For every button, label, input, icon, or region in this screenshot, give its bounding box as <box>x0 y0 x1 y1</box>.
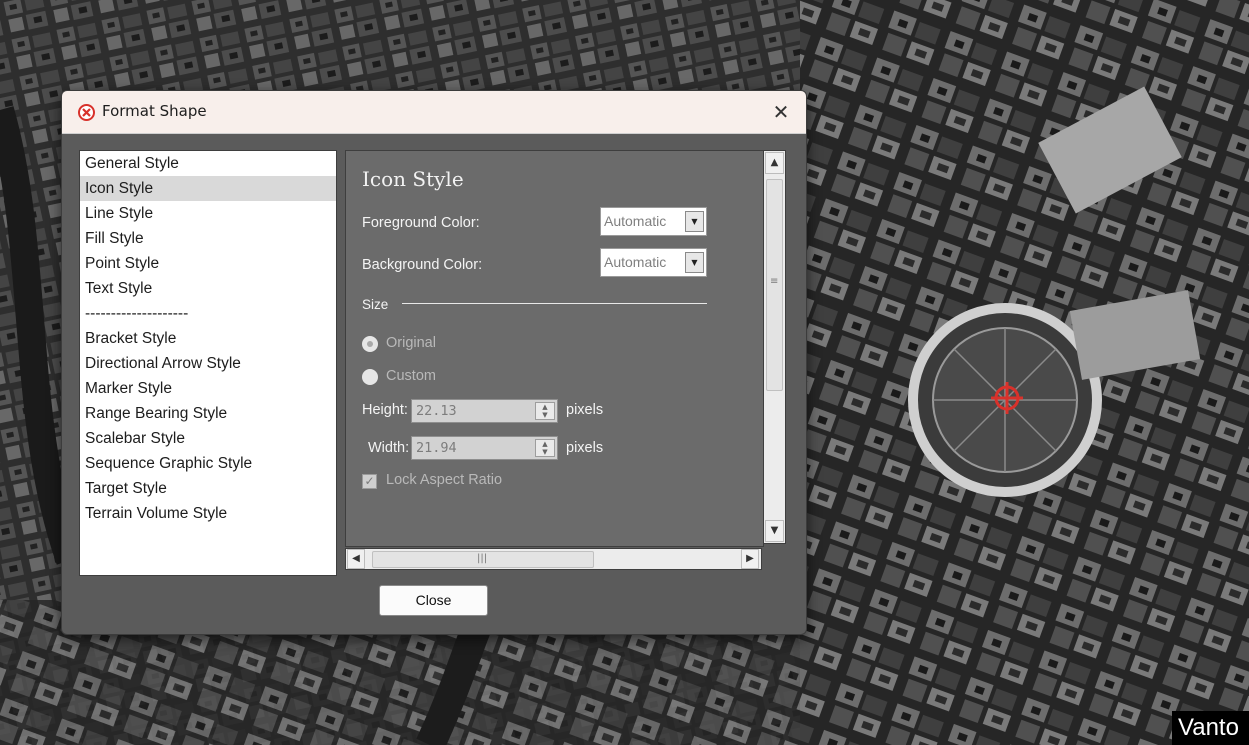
background-color-label: Background Color: <box>362 257 483 273</box>
foreground-color-value: Automatic <box>604 213 667 229</box>
category-point-style[interactable]: Point Style <box>80 251 336 276</box>
width-value: 21.94 <box>416 440 457 456</box>
lock-aspect-label: Lock Aspect Ratio <box>386 472 503 488</box>
category-text-style[interactable]: Text Style <box>80 276 336 301</box>
app-logo-icon <box>78 104 95 121</box>
category-general-style[interactable]: General Style <box>80 151 336 176</box>
chevron-down-icon[interactable]: ▼ <box>685 252 704 273</box>
size-section-label: Size <box>362 297 389 312</box>
scroll-right-icon[interactable]: ▶ <box>741 549 759 569</box>
horizontal-scrollbar[interactable]: ◀ ||| ▶ <box>345 548 762 570</box>
vertical-scroll-thumb[interactable]: ≡ <box>766 179 783 391</box>
height-label: Height: <box>362 402 408 418</box>
grip-icon: ≡ <box>770 276 779 287</box>
spinner-arrows-icon[interactable]: ▲ ▼ <box>535 439 555 457</box>
height-spinner[interactable]: 22.13 ▲ ▼ <box>411 399 558 423</box>
category-icon-style[interactable]: Icon Style <box>80 176 336 201</box>
lock-aspect-checkbox[interactable]: ✓ <box>362 474 377 489</box>
category-separator: -------------------- <box>85 305 189 322</box>
style-category-list[interactable]: General Style Icon Style Line Style Fill… <box>79 150 337 576</box>
grip-icon: ||| <box>477 553 488 564</box>
background-color-select[interactable]: Automatic ▼ <box>600 248 707 277</box>
close-button[interactable]: Close <box>379 585 488 616</box>
custom-size-radio[interactable] <box>362 369 378 385</box>
width-spinner[interactable]: 21.94 ▲ ▼ <box>411 436 558 460</box>
width-unit: pixels <box>566 440 604 456</box>
height-unit: pixels <box>566 402 604 418</box>
width-label: Width: <box>368 440 410 456</box>
foreground-color-label: Foreground Color: <box>362 215 480 231</box>
category-target-style[interactable]: Target Style <box>80 476 336 501</box>
foreground-color-select[interactable]: Automatic ▼ <box>600 207 707 236</box>
height-value: 22.13 <box>416 403 457 419</box>
background-color-value: Automatic <box>604 254 667 270</box>
scroll-down-icon[interactable]: ▼ <box>765 520 784 542</box>
horizontal-scroll-thumb[interactable]: ||| <box>372 551 594 568</box>
category-marker-style[interactable]: Marker Style <box>80 376 336 401</box>
original-size-radio[interactable] <box>362 336 378 352</box>
chevron-down-icon[interactable]: ▼ <box>685 211 704 232</box>
category-range-bearing-style[interactable]: Range Bearing Style <box>80 401 336 426</box>
spinner-arrows-icon[interactable]: ▲ ▼ <box>535 402 555 420</box>
dialog-title: Format Shape <box>102 102 207 120</box>
dialog-title-bar[interactable]: Format Shape ✕ <box>62 91 806 134</box>
close-icon[interactable]: ✕ <box>766 97 796 127</box>
section-divider <box>402 303 707 304</box>
panel-heading: Icon Style <box>362 167 464 191</box>
icon-style-panel: Icon Style Foreground Color: Automatic ▼… <box>345 150 764 547</box>
category-directional-arrow-style[interactable]: Directional Arrow Style <box>80 351 336 376</box>
category-line-style[interactable]: Line Style <box>80 201 336 226</box>
category-bracket-style[interactable]: Bracket Style <box>80 326 336 351</box>
category-scalebar-style[interactable]: Scalebar Style <box>80 426 336 451</box>
scroll-up-icon[interactable]: ▲ <box>765 152 784 174</box>
category-terrain-volume-style[interactable]: Terrain Volume Style <box>80 501 336 526</box>
category-sequence-graphic-style[interactable]: Sequence Graphic Style <box>80 451 336 476</box>
custom-size-label: Custom <box>386 368 436 384</box>
watermark-logo: Vanto <box>1172 711 1249 745</box>
scroll-left-icon[interactable]: ◀ <box>347 549 365 569</box>
category-fill-style[interactable]: Fill Style <box>80 226 336 251</box>
format-shape-dialog: Format Shape ✕ General Style Icon Style … <box>61 90 807 635</box>
vertical-scrollbar[interactable]: ▲ ≡ ▼ <box>763 150 786 544</box>
original-size-label: Original <box>386 335 436 351</box>
